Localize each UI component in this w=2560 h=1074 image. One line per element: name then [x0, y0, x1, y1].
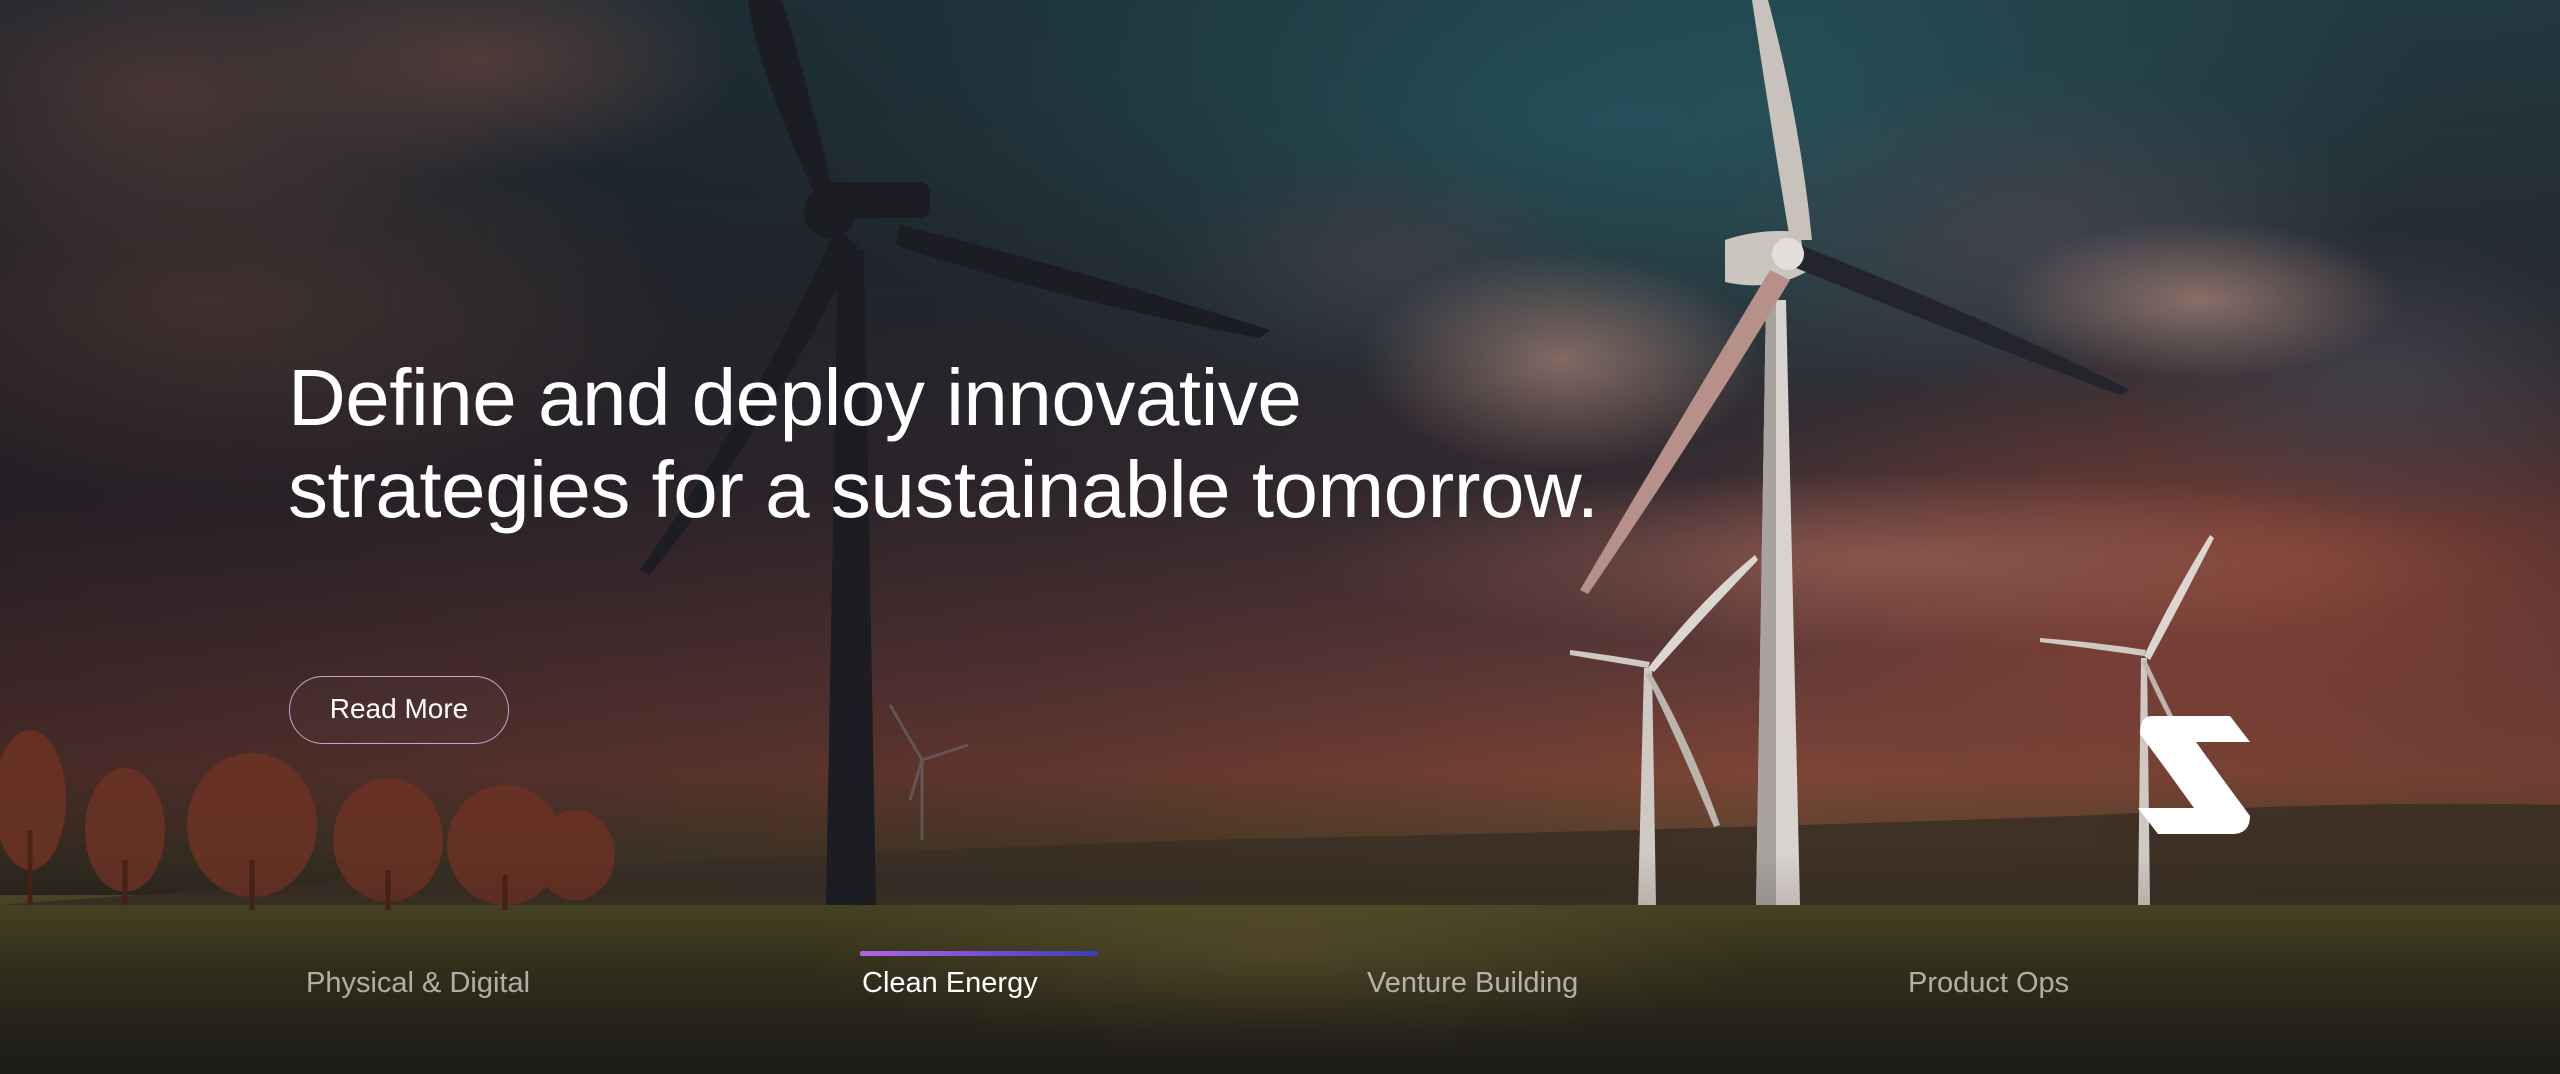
hero-section: Define and deploy innovative strategies … — [0, 0, 2560, 1074]
tab-physical-digital[interactable]: Physical & Digital — [306, 950, 530, 1010]
read-more-button[interactable]: Read More — [289, 676, 509, 744]
s-logo-icon[interactable] — [2138, 716, 2250, 834]
tab-clean-energy[interactable]: Clean Energy — [862, 950, 1038, 1010]
tab-venture-building[interactable]: Venture Building — [1367, 950, 1578, 1010]
hero-headline: Define and deploy innovative strategies … — [288, 352, 1788, 536]
category-tabs: Physical & Digital Clean Energy Venture … — [0, 950, 2560, 1010]
headline-line-2: strategies for a sustainable tomorrow. — [288, 445, 1599, 534]
tab-product-ops[interactable]: Product Ops — [1908, 950, 2069, 1010]
headline-line-1: Define and deploy innovative — [288, 353, 1302, 442]
